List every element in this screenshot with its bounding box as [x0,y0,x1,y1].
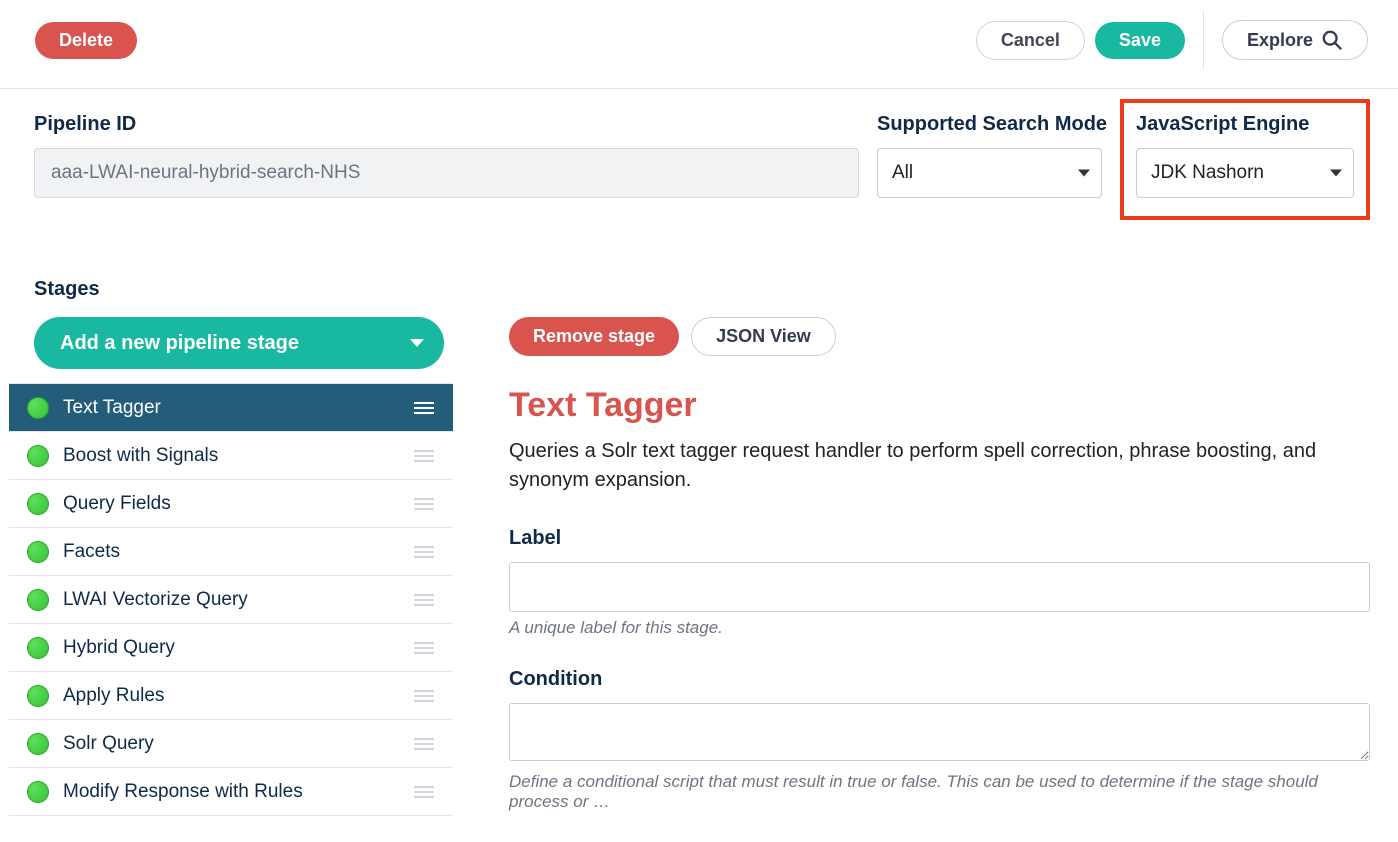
delete-button[interactable]: Delete [35,22,137,59]
stage-item[interactable]: Query Fields [9,480,453,528]
search-mode-value: All [892,162,913,184]
drag-handle-icon[interactable] [413,546,435,558]
cancel-button[interactable]: Cancel [976,21,1085,60]
drag-handle-icon[interactable] [413,642,435,654]
stages-heading: Stages [34,278,1370,301]
remove-stage-button[interactable]: Remove stage [509,317,679,356]
explore-button[interactable]: Explore [1222,20,1368,60]
stage-item-label: Text Tagger [63,397,399,419]
label-field-label: Label [509,527,1370,550]
js-engine-value: JDK Nashorn [1151,162,1264,184]
pipeline-id-input[interactable] [34,148,859,198]
drag-handle-icon[interactable] [413,450,435,462]
search-mode-label: Supported Search Mode [877,113,1102,136]
stage-title: Text Tagger [509,386,1370,425]
stage-item-label: LWAI Vectorize Query [63,589,399,611]
toolbar-divider [1203,10,1204,70]
status-dot-icon [27,733,49,755]
status-dot-icon [27,445,49,467]
stage-item[interactable]: Text Tagger [9,384,453,432]
chevron-down-icon [410,339,424,347]
stage-item[interactable]: Modify Response with Rules [9,768,453,816]
stage-item[interactable]: Solr Query [9,720,453,768]
status-dot-icon [27,589,49,611]
drag-handle-icon[interactable] [413,402,435,414]
stage-item[interactable]: Boost with Signals [9,432,453,480]
stage-item-label: Hybrid Query [63,637,399,659]
condition-field-label: Condition [509,668,1370,691]
json-view-button[interactable]: JSON View [691,317,836,356]
label-hint: A unique label for this stage. [509,618,1370,638]
status-dot-icon [27,781,49,803]
stage-list: Text Tagger Boost with Signals Query Field… [9,383,453,816]
stage-description: Queries a Solr text tagger request handl… [509,437,1370,495]
drag-handle-icon[interactable] [413,498,435,510]
condition-textarea[interactable] [509,703,1370,761]
status-dot-icon [27,685,49,707]
status-dot-icon [27,397,49,419]
js-engine-label: JavaScript Engine [1136,113,1354,136]
drag-handle-icon[interactable] [413,786,435,798]
drag-handle-icon[interactable] [413,594,435,606]
chevron-down-icon [1330,170,1342,177]
label-input[interactable] [509,562,1370,612]
drag-handle-icon[interactable] [413,738,435,750]
pipeline-id-label: Pipeline ID [34,113,859,136]
stage-item[interactable]: Hybrid Query [9,624,453,672]
stage-item-label: Facets [63,541,399,563]
stage-item[interactable]: Apply Rules [9,672,453,720]
stage-item-label: Modify Response with Rules [63,781,399,803]
status-dot-icon [27,493,49,515]
condition-hint: Define a conditional script that must re… [509,772,1370,812]
stage-item-label: Boost with Signals [63,445,399,467]
stage-item-label: Apply Rules [63,685,399,707]
js-engine-highlight-box: JavaScript Engine JDK Nashorn [1120,99,1370,220]
drag-handle-icon[interactable] [413,690,435,702]
pipeline-id-group: Pipeline ID [34,113,859,198]
status-dot-icon [27,637,49,659]
add-stage-label: Add a new pipeline stage [60,332,299,355]
search-icon [1321,29,1343,51]
search-mode-select[interactable]: All [877,148,1102,198]
search-mode-group: Supported Search Mode All [877,113,1102,198]
js-engine-select[interactable]: JDK Nashorn [1136,148,1354,198]
explore-label: Explore [1247,30,1313,51]
top-toolbar: Delete Cancel Save Explore [0,0,1398,89]
stage-item[interactable]: LWAI Vectorize Query [9,576,453,624]
stage-item-label: Query Fields [63,493,399,515]
stage-item[interactable]: Facets [9,528,453,576]
save-button[interactable]: Save [1095,22,1185,59]
chevron-down-icon [1078,170,1090,177]
status-dot-icon [27,541,49,563]
stage-item-label: Solr Query [63,733,399,755]
add-stage-button[interactable]: Add a new pipeline stage [34,317,444,369]
